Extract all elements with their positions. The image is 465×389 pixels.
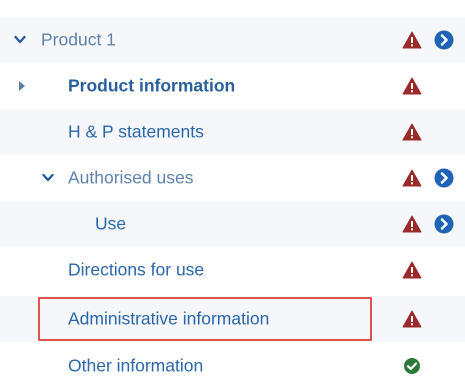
- tree-item-label: H & P statements: [68, 121, 204, 142]
- check-circle-icon: [404, 358, 420, 374]
- warning-triangle-icon: [402, 215, 422, 233]
- chevron-right-circle-icon[interactable]: [434, 30, 454, 50]
- navigation-tree: Product 1 Product information H & P stat…: [0, 0, 465, 378]
- warning-triangle-icon: [402, 169, 422, 187]
- tree-item-label: Use: [95, 213, 127, 234]
- chevron-down-icon[interactable]: [42, 173, 54, 183]
- warning-triangle-icon: [402, 31, 422, 49]
- tree-item-product-information[interactable]: Product information: [0, 63, 465, 109]
- tree-item-authorised-uses[interactable]: Authorised uses: [0, 155, 465, 201]
- tree-item-other-information[interactable]: Other information: [0, 343, 465, 389]
- warning-triangle-icon: [402, 77, 422, 95]
- highlight-frame: [38, 297, 372, 341]
- warning-triangle-icon: [402, 123, 422, 141]
- tree-item-directions-for-use[interactable]: Directions for use: [0, 247, 465, 293]
- tree-item-label: Directions for use: [68, 259, 205, 280]
- tree-item-label: Product information: [68, 75, 236, 96]
- tree-item-label: Authorised uses: [68, 167, 194, 188]
- tree-item-hp-statements[interactable]: H & P statements: [0, 109, 465, 155]
- chevron-right-circle-icon[interactable]: [434, 168, 454, 188]
- tree-item-label: Product 1: [41, 29, 116, 50]
- caret-right-icon[interactable]: [18, 81, 26, 92]
- tree-item-product-1[interactable]: Product 1: [0, 17, 465, 63]
- chevron-down-icon[interactable]: [14, 35, 26, 45]
- tree-item-label: Other information: [68, 355, 204, 376]
- tree-item-use[interactable]: Use: [0, 201, 465, 247]
- warning-triangle-icon: [402, 310, 422, 328]
- warning-triangle-icon: [402, 261, 422, 279]
- tree-top-spacer: [0, 0, 465, 17]
- chevron-right-circle-icon[interactable]: [434, 214, 454, 234]
